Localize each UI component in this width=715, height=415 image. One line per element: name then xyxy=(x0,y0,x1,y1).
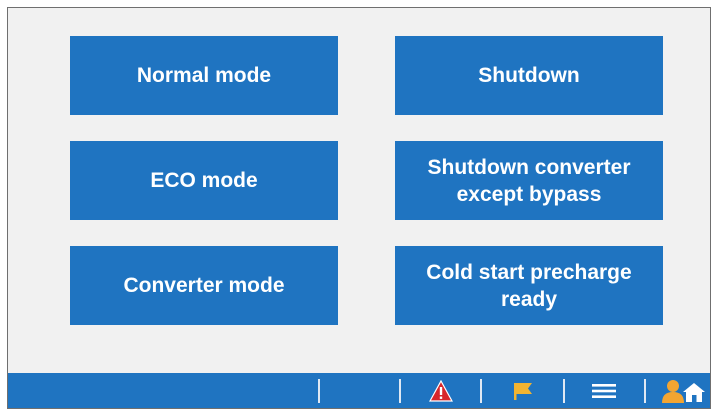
status-separator xyxy=(644,379,646,403)
cold-start-precharge-ready-button[interactable]: Cold start precharge ready xyxy=(395,246,663,325)
converter-mode-button[interactable]: Converter mode xyxy=(70,246,338,325)
status-separator xyxy=(318,379,320,403)
eco-mode-button[interactable]: ECO mode xyxy=(70,141,338,220)
menu-icon[interactable] xyxy=(584,373,624,408)
shutdown-button[interactable]: Shutdown xyxy=(395,36,663,115)
shutdown-label: Shutdown xyxy=(478,64,580,87)
converter-mode-label: Converter mode xyxy=(123,274,285,297)
normal-mode-label: Normal mode xyxy=(136,64,272,87)
shutdown-converter-except-bypass-label: Shutdown converter except bypass xyxy=(427,155,631,206)
user-home-icon[interactable] xyxy=(658,373,710,408)
eco-mode-label: ECO mode xyxy=(150,169,258,192)
status-separator xyxy=(399,379,401,403)
shutdown-converter-except-bypass-button[interactable]: Shutdown converter except bypass xyxy=(395,141,663,220)
status-separator xyxy=(563,379,565,403)
flag-icon[interactable] xyxy=(503,373,543,408)
status-bar xyxy=(8,373,710,408)
normal-mode-button[interactable]: Normal mode xyxy=(70,36,338,115)
cold-start-precharge-ready-label: Cold start precharge ready xyxy=(426,260,632,311)
alarm-warning-icon[interactable] xyxy=(421,373,461,408)
status-separator xyxy=(480,379,482,403)
ups-control-screen: Normal mode ECO mode Converter mode Shut… xyxy=(7,7,711,409)
